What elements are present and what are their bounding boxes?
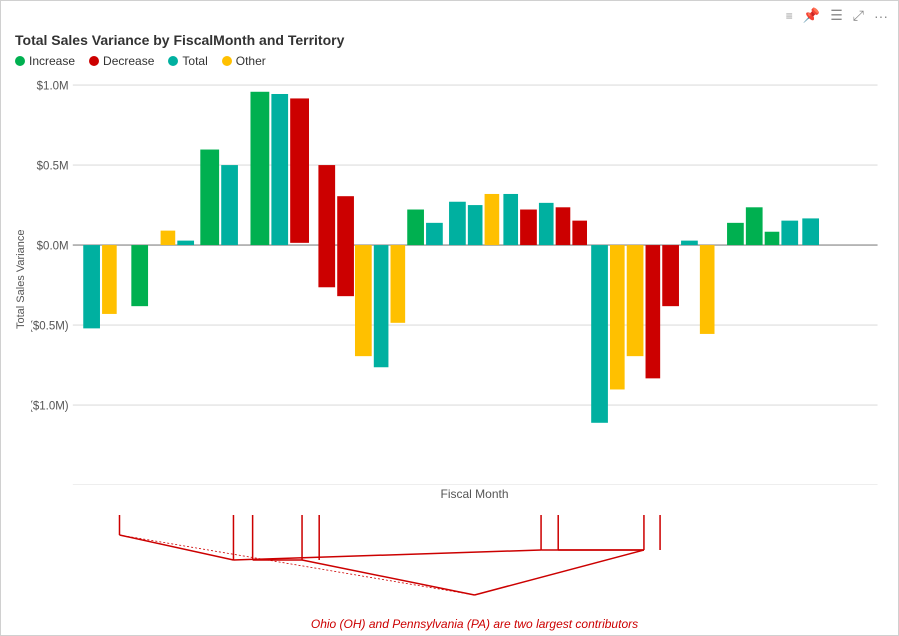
bar	[468, 205, 483, 245]
bar	[83, 245, 100, 328]
bar	[520, 210, 537, 246]
bar	[765, 232, 780, 245]
svg-text:($0.5M): ($0.5M)	[31, 318, 69, 332]
chart-svg: $1.0M $0.5M $0.0M ($0.5M) ($1.0M)	[31, 74, 888, 485]
bar	[407, 210, 424, 246]
chart-card: ≡ 📌 ☰ ⤢ ··· Total Sales Variance by Fisc…	[0, 0, 899, 636]
bar	[610, 245, 625, 389]
svg-text:$0.5M: $0.5M	[37, 158, 69, 172]
drag-handle-icon: ≡	[786, 9, 793, 23]
legend-decrease: Decrease	[89, 54, 154, 68]
annotation-text: Ohio (OH) and Pennsylvania (PA) are two …	[61, 617, 888, 631]
total-dot	[168, 56, 178, 66]
bar	[700, 245, 715, 334]
bar	[727, 223, 744, 245]
bar	[426, 223, 443, 245]
legend-total: Total	[168, 54, 207, 68]
chart-inner: Total Sales Variance $1.0M $0.5M $0.0M	[11, 74, 888, 485]
chart-area: Total Sales Variance by FiscalMonth and …	[1, 26, 898, 635]
total-label: Total	[182, 54, 207, 68]
pin-icon[interactable]: 📌	[803, 7, 820, 24]
bar	[374, 245, 389, 367]
bar	[556, 207, 571, 245]
bar	[627, 245, 644, 356]
bar	[337, 196, 354, 296]
bar	[646, 245, 661, 378]
y-axis-label: Total Sales Variance	[11, 74, 31, 485]
bar	[781, 221, 798, 245]
decrease-label: Decrease	[103, 54, 154, 68]
bar	[539, 203, 554, 245]
bar	[102, 245, 117, 314]
bar	[290, 98, 309, 242]
chart-title: Total Sales Variance by FiscalMonth and …	[11, 26, 888, 52]
other-label: Other	[236, 54, 266, 68]
chart-container: Total Sales Variance $1.0M $0.5M $0.0M	[11, 74, 888, 635]
legend-increase: Increase	[15, 54, 75, 68]
more-icon[interactable]: ···	[874, 8, 888, 24]
bar	[200, 150, 219, 246]
svg-text:$1.0M: $1.0M	[37, 78, 69, 92]
bar	[161, 231, 176, 245]
bar	[177, 241, 194, 245]
increase-dot	[15, 56, 25, 66]
decrease-dot	[89, 56, 99, 66]
svg-text:$0.0M: $0.0M	[37, 238, 69, 252]
bar	[485, 194, 500, 245]
annotation-area: Ohio (OH) and Pennsylvania (PA) are two …	[61, 505, 888, 635]
bar	[221, 165, 238, 245]
bar	[449, 202, 466, 245]
bar	[746, 207, 763, 245]
bar	[131, 245, 148, 306]
legend-other: Other	[222, 54, 266, 68]
bar	[250, 92, 269, 245]
bar	[681, 241, 698, 245]
bar	[391, 245, 406, 323]
svg-text:($1.0M): ($1.0M)	[31, 398, 69, 412]
bracket-svg	[61, 505, 888, 635]
bar	[662, 245, 679, 306]
bar	[318, 165, 335, 287]
bar	[802, 218, 819, 245]
legend: Increase Decrease Total Other	[11, 52, 888, 74]
bar	[503, 194, 518, 245]
other-dot	[222, 56, 232, 66]
increase-label: Increase	[29, 54, 75, 68]
filter-icon[interactable]: ☰	[830, 7, 843, 24]
x-axis-label: Fiscal Month	[11, 485, 888, 505]
bar	[355, 245, 372, 356]
bar	[572, 221, 587, 245]
bar	[591, 245, 608, 423]
expand-icon[interactable]: ⤢	[853, 7, 864, 24]
chart-plot: $1.0M $0.5M $0.0M ($0.5M) ($1.0M)	[31, 74, 888, 485]
card-header: ≡ 📌 ☰ ⤢ ···	[1, 1, 898, 26]
bar	[271, 94, 288, 245]
